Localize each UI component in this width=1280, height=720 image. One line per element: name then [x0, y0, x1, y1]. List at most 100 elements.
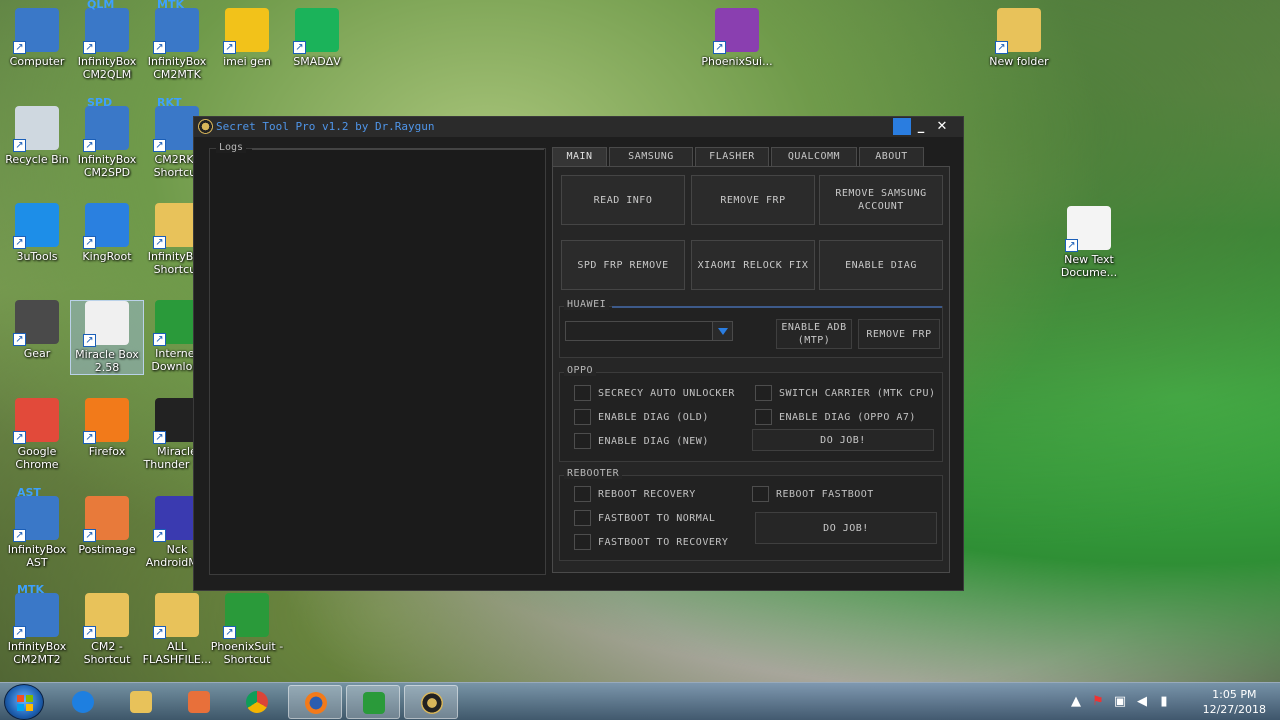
enable-diag-button[interactable]: ENABLE DIAG [819, 240, 943, 290]
shortcut-arrow-icon: ↗ [13, 41, 26, 54]
desktop-icon[interactable]: MTK ↗ InfinityBox CM2MTK [140, 0, 214, 81]
checkbox-box[interactable] [574, 510, 591, 526]
enable-diag-old-checkbox[interactable]: ENABLE DIAG (OLD) [574, 409, 709, 425]
checkbox-box[interactable] [574, 534, 591, 550]
desktop-icon[interactable]: ↗ 3uTools [0, 203, 74, 263]
desktop-icon[interactable]: ↗ SMADΔV [280, 8, 354, 68]
app-logo-icon [198, 119, 213, 134]
enable-diag-oppo-a7-checkbox[interactable]: ENABLE DIAG (OPPO A7) [755, 409, 916, 425]
enable-adb-mtp-button[interactable]: ENABLE ADB (MTP) [776, 319, 852, 349]
checkbox-label: SECRECY AUTO UNLOCKER [598, 387, 735, 399]
desktop-icon[interactable]: ↗ Miracle Box 2.58 [70, 300, 144, 375]
tab-about[interactable]: ABOUT [859, 147, 924, 167]
logs-label: Logs [216, 142, 247, 153]
checkbox-box[interactable] [755, 409, 772, 425]
show-hidden-icons-icon[interactable]: ▲ [1068, 694, 1084, 710]
reboot-recovery-checkbox[interactable]: REBOOT RECOVERY [574, 486, 696, 502]
taskbar-secret-tool[interactable] [404, 685, 458, 719]
tab-flasher[interactable]: FLASHER [695, 147, 769, 167]
taskbar-chrome[interactable] [230, 685, 284, 719]
desktop-icon-label: Gear [23, 347, 51, 360]
tab-samsung[interactable]: SAMSUNG [609, 147, 693, 167]
app-icon: ↗ [83, 203, 129, 249]
desktop-icon[interactable]: AST ↗ InfinityBox AST [0, 486, 74, 569]
reboot-fastboot-checkbox[interactable]: REBOOT FASTBOOT [752, 486, 874, 502]
desktop-icon[interactable]: QLM ↗ InfinityBox CM2QLM [70, 0, 144, 81]
maximize-button[interactable] [893, 118, 911, 135]
desktop-icon[interactable]: ↗ Gear [0, 300, 74, 360]
clock-date: 12/27/2018 [1202, 703, 1266, 716]
action-center-icon[interactable]: ⚑ [1090, 694, 1106, 710]
desktop-icon[interactable]: ↗ PhoenixSuit - Shortcut [210, 593, 284, 666]
desktop-icon[interactable]: ↗ New Text Docume... [1052, 206, 1126, 279]
desktop-icon[interactable]: ↗ imei gen [210, 8, 284, 68]
shortcut-arrow-icon: ↗ [293, 41, 306, 54]
taskbar-media-player[interactable] [172, 685, 226, 719]
desktop-icon[interactable]: ↗ Firefox [70, 398, 144, 458]
checkbox-box[interactable] [574, 486, 591, 502]
signal-icon[interactable]: ▮ [1156, 694, 1172, 710]
taskbar-file-explorer[interactable] [114, 685, 168, 719]
checkbox-box[interactable] [574, 433, 591, 449]
minimize-button[interactable]: _ [912, 118, 930, 135]
media-player-icon [188, 691, 210, 713]
huawei-divider [612, 306, 942, 308]
chevron-down-icon[interactable] [712, 322, 732, 340]
title-bar[interactable]: Secret Tool Pro v1.2 by Dr.Raygun _ ✕ [194, 117, 963, 137]
network-icon[interactable]: ▣ [1112, 694, 1128, 710]
remove-samsung-account-button[interactable]: REMOVE SAMSUNG ACCOUNT [819, 175, 943, 225]
desktop-icon[interactable]: ↗ Google Chrome [0, 398, 74, 471]
switch-carrier-checkbox[interactable]: SWITCH CARRIER (MTK CPU) [755, 385, 936, 401]
taskbar-firefox[interactable] [288, 685, 342, 719]
shortcut-arrow-icon: ↗ [713, 41, 726, 54]
folder-icon [130, 691, 152, 713]
spd-frp-remove-button[interactable]: SPD FRP REMOVE [561, 240, 685, 290]
desktop-icon[interactable]: ↗ Computer [0, 8, 74, 68]
desktop-icon[interactable]: ↗ KingRoot [70, 203, 144, 263]
desktop-icon[interactable]: ↗ ALL FLASHFILE... [140, 593, 214, 666]
taskbar-internet-download-manager[interactable] [346, 685, 400, 719]
checkbox-label: REBOOT FASTBOOT [776, 488, 874, 500]
app-icon: ↗ [83, 496, 129, 542]
xiaomi-relock-fix-button[interactable]: XIAOMI RELOCK FIX [691, 240, 815, 290]
shortcut-arrow-icon: ↗ [83, 529, 96, 542]
checkbox-box[interactable] [574, 409, 591, 425]
start-button[interactable] [4, 684, 44, 720]
rebooter-do-job-button[interactable]: DO JOB! [755, 512, 937, 544]
checkbox-box[interactable] [755, 385, 772, 401]
tab-main[interactable]: MAIN [552, 147, 607, 167]
secrecy-auto-unlocker-checkbox[interactable]: SECRECY AUTO UNLOCKER [574, 385, 735, 401]
remove-frp-button[interactable]: REMOVE FRP [691, 175, 815, 225]
fastboot-to-recovery-checkbox[interactable]: FASTBOOT TO RECOVERY [574, 534, 728, 550]
chrome-icon [246, 691, 268, 713]
clock[interactable]: 1:05 PM 12/27/2018 [1203, 687, 1266, 717]
desktop-icon[interactable]: ↗ Recycle Bin [0, 106, 74, 166]
desktop-icon[interactable]: SPD ↗ InfinityBox CM2SPD [70, 96, 144, 179]
close-button[interactable]: ✕ [933, 118, 951, 135]
desktop-icon-label: New folder [989, 55, 1049, 68]
shortcut-arrow-icon: ↗ [83, 139, 96, 152]
desktop-icon[interactable]: ↗ New folder [982, 8, 1056, 68]
tab-qualcomm[interactable]: QUALCOMM [771, 147, 857, 167]
desktop-icon[interactable]: ↗ Postimage [70, 496, 144, 556]
desktop-icon[interactable]: ↗ PhoenixSui... [700, 8, 774, 68]
desktop-icon-label: KingRoot [82, 250, 132, 263]
app-icon: ↗ [83, 593, 129, 639]
checkbox-box[interactable] [752, 486, 769, 502]
volume-icon[interactable]: ◀ [1134, 694, 1150, 710]
taskbar-internet-explorer[interactable] [56, 685, 110, 719]
fastboot-to-normal-checkbox[interactable]: FASTBOOT TO NORMAL [574, 510, 715, 526]
checkbox-box[interactable] [574, 385, 591, 401]
desktop-icon-label: PhoenixSuit - Shortcut [210, 640, 284, 666]
oppo-do-job-button[interactable]: DO JOB! [752, 429, 934, 451]
huawei-model-select[interactable] [565, 321, 733, 341]
desktop-icon[interactable]: ↗ CM2 - Shortcut [70, 593, 144, 666]
desktop-icon-label: CM2 - Shortcut [83, 640, 131, 666]
app-icon: MTK ↗ [13, 583, 59, 639]
read-info-button[interactable]: READ INFO [561, 175, 685, 225]
desktop-icon[interactable]: MTK ↗ InfinityBox CM2MT2 [0, 583, 74, 666]
enable-diag-new-checkbox[interactable]: ENABLE DIAG (NEW) [574, 433, 709, 449]
shortcut-arrow-icon: ↗ [153, 139, 166, 152]
taskbar: ▲ ⚑ ▣ ◀ ▮ 1:05 PM 12/27/2018 [0, 682, 1280, 720]
huawei-remove-frp-button[interactable]: REMOVE FRP [858, 319, 940, 349]
